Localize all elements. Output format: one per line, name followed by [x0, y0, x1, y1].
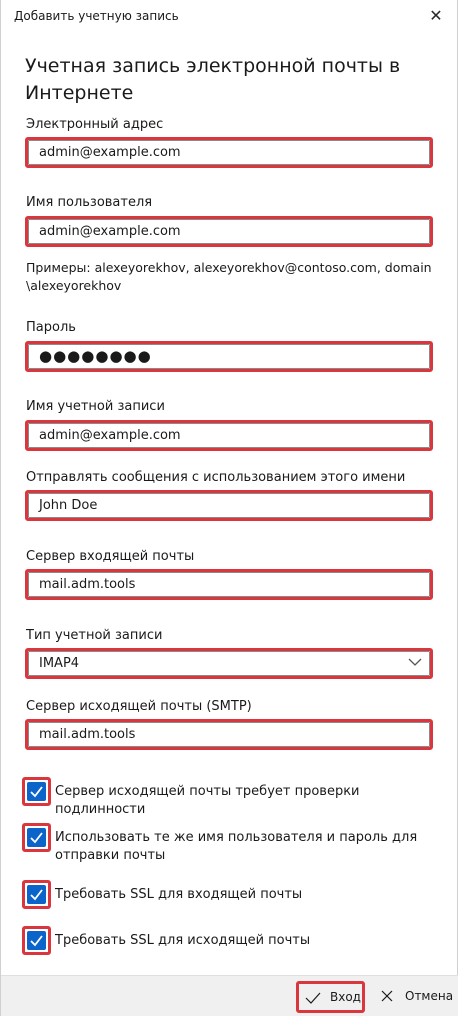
smtp-auth-checkbox-frame [22, 777, 51, 806]
account-type-select-frame: IMAP4 [25, 648, 433, 679]
ssl-incoming-checkbox[interactable] [27, 885, 46, 904]
chevron-down-icon[interactable] [408, 655, 422, 669]
sender-name-field-frame: John Doe [25, 490, 433, 521]
password-field[interactable]: ●●●●●●●● [28, 344, 430, 369]
sender-name-field[interactable]: John Doe [28, 493, 430, 518]
title-bar: Добавить учетную запись ✕ [1, 0, 458, 34]
ssl-outgoing-checkbox-frame [22, 926, 51, 955]
password-label: Пароль [26, 320, 76, 335]
outgoing-server-field-frame: mail.adm.tools [25, 719, 433, 750]
window-title: Добавить учетную запись [14, 9, 179, 23]
checkmark-icon [30, 935, 43, 947]
account-name-field-frame: admin@example.com [25, 420, 433, 451]
close-icon [381, 990, 393, 1002]
smtp-auth-checkbox[interactable] [27, 782, 46, 801]
email-label: Электронный адрес [26, 117, 164, 132]
outgoing-server-field[interactable]: mail.adm.tools [28, 722, 430, 747]
add-account-dialog: Добавить учетную запись ✕ Учетная запись… [0, 0, 458, 1016]
checkmark-icon [30, 832, 43, 844]
email-field[interactable]: admin@example.com [28, 140, 430, 165]
ssl-incoming-checkbox-frame [22, 880, 51, 909]
username-label: Имя пользователя [26, 195, 153, 210]
incoming-server-label: Сервер входящей почты [26, 549, 195, 564]
same-credentials-label[interactable]: Использовать те же имя пользователя и па… [55, 829, 445, 865]
username-field[interactable]: admin@example.com [28, 219, 430, 244]
smtp-auth-label[interactable]: Сервер исходящей почты требует проверки … [55, 783, 445, 819]
password-field-frame: ●●●●●●●● [25, 341, 433, 372]
checkmark-icon [30, 889, 43, 901]
sender-name-label: Отправлять сообщения с использованием эт… [26, 470, 406, 485]
account-type-label: Тип учетной записи [26, 628, 163, 643]
account-name-label: Имя учетной записи [26, 399, 165, 414]
outgoing-server-label: Сервер исходящей почты (SMTP) [26, 699, 252, 714]
email-field-frame: admin@example.com [25, 137, 433, 168]
login-button[interactable]: Вход [296, 981, 365, 1013]
username-hint: Примеры: alexeyorekhov, alexeyorekhov@co… [26, 260, 432, 293]
account-type-select[interactable]: IMAP4 [28, 651, 430, 676]
checkmark-icon [305, 992, 321, 1004]
username-field-frame: admin@example.com [25, 216, 433, 247]
page-title: Учетная запись электронной почты в Интер… [25, 55, 401, 104]
dialog-footer: Вход Отмена [1, 975, 458, 1016]
same-credentials-checkbox[interactable] [27, 828, 46, 847]
incoming-server-field-frame: mail.adm.tools [25, 569, 433, 600]
ssl-outgoing-checkbox[interactable] [27, 931, 46, 950]
checkmark-icon [30, 786, 43, 798]
ssl-outgoing-label[interactable]: Требовать SSL для исходящей почты [55, 932, 445, 950]
cancel-button[interactable]: Отмена [375, 984, 453, 1010]
same-credentials-checkbox-frame [22, 823, 51, 852]
close-icon[interactable]: ✕ [427, 6, 445, 26]
account-name-field[interactable]: admin@example.com [28, 423, 430, 448]
ssl-incoming-label[interactable]: Требовать SSL для входящей почты [55, 886, 445, 904]
login-button-label: Вход [330, 990, 361, 1004]
incoming-server-field[interactable]: mail.adm.tools [28, 572, 430, 597]
cancel-button-label: Отмена [405, 989, 454, 1003]
